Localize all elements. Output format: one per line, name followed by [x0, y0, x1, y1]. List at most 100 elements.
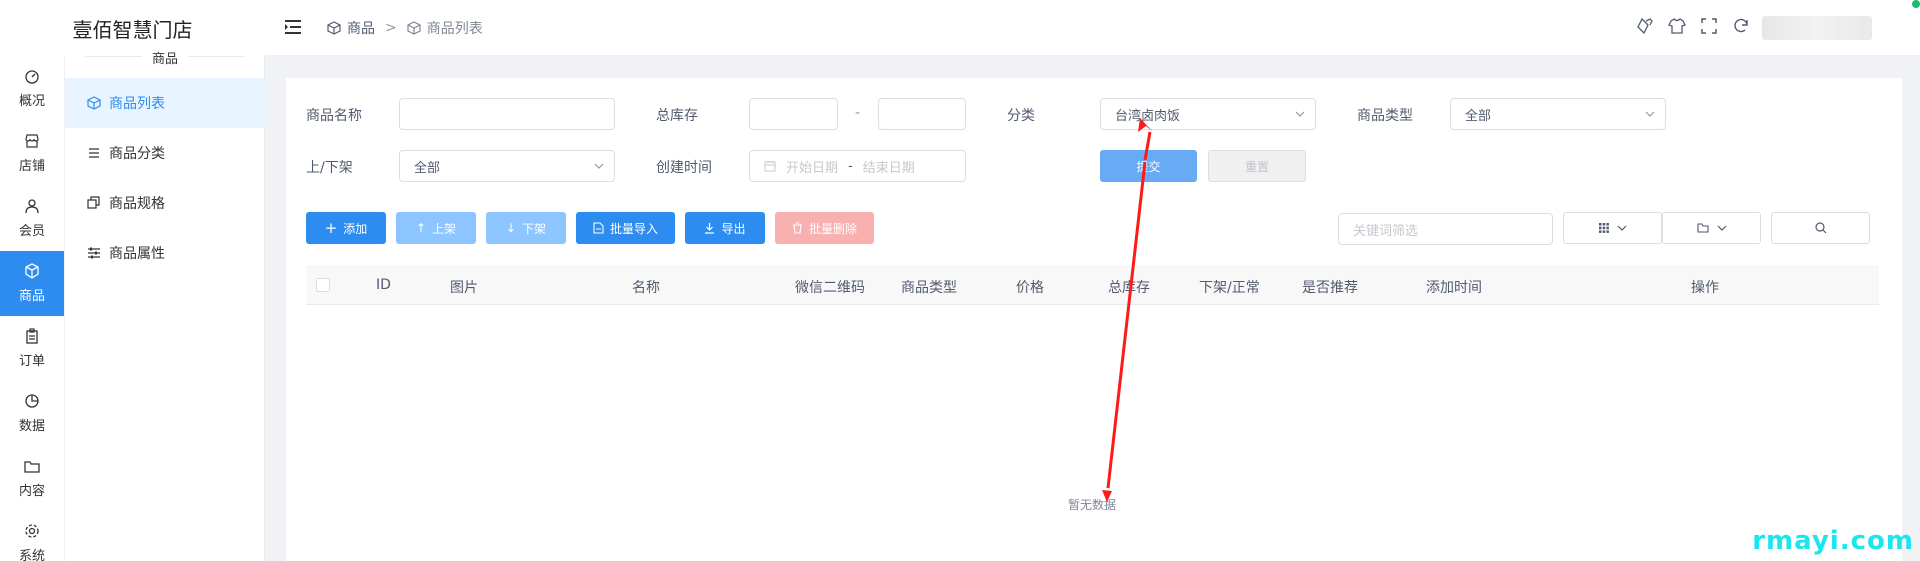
submenu-item-product-list[interactable]: 商品列表 — [65, 78, 265, 128]
search-button[interactable] — [1771, 212, 1870, 244]
user-avatar-name[interactable] — [1762, 16, 1872, 40]
user-icon — [25, 199, 39, 214]
menu-fold-icon[interactable] — [285, 20, 301, 34]
batch-import-button[interactable]: 批量导入 — [576, 212, 675, 244]
column-header: 商品类型 — [901, 280, 957, 296]
filter-label-created: 创建时间 — [656, 160, 712, 176]
select-all-checkbox[interactable] — [316, 278, 330, 292]
filter-label-type: 商品类型 — [1357, 108, 1413, 124]
product-name-input[interactable] — [399, 98, 615, 130]
submit-label: 提交 — [1136, 159, 1161, 174]
date-range-separator: - — [848, 158, 853, 174]
column-settings-dropdown[interactable] — [1563, 212, 1662, 244]
stock-max-input[interactable] — [878, 98, 966, 130]
rail-item-store[interactable]: 店铺 — [0, 121, 64, 186]
clear-cache-icon[interactable] — [1636, 17, 1654, 35]
table-header: ID 图片 名称 微信二维码 商品类型 价格 总库存 下架/正常 是否推荐 添加… — [306, 265, 1879, 305]
submenu-item-attribute[interactable]: 商品属性 — [65, 228, 265, 278]
rail-label: 系统 — [18, 549, 45, 561]
cube-icon — [327, 21, 341, 35]
category-select-value: 台湾卤肉饭 — [1115, 108, 1181, 124]
rail-item-product[interactable]: 商品 — [0, 251, 64, 316]
export-options-dropdown[interactable] — [1662, 212, 1761, 244]
chevron-down-icon — [1617, 225, 1626, 231]
export-label: 导出 — [721, 221, 746, 236]
keyword-filter-input[interactable]: 关键词筛选 — [1338, 213, 1553, 245]
reset-label: 重置 — [1244, 159, 1269, 174]
breadcrumb-separator: > — [385, 20, 397, 36]
chevron-down-icon — [594, 163, 604, 169]
off-shelf-button[interactable]: ↓ 下架 — [486, 212, 566, 244]
submenu-label: 商品规格 — [109, 196, 165, 212]
sliders-icon — [88, 247, 100, 259]
copy-icon — [87, 196, 100, 209]
submenu-item-category[interactable]: 商品分类 — [65, 128, 265, 178]
rail-item-content[interactable]: 内容 — [0, 446, 64, 511]
shelf-status-select[interactable]: 全部 — [399, 150, 615, 182]
add-label: 添加 — [343, 221, 368, 236]
breadcrumb-current: 商品列表 — [426, 21, 483, 37]
chevron-down-icon — [1717, 225, 1726, 231]
batch-delete-button[interactable]: 批量删除 — [775, 212, 874, 244]
cube-icon — [407, 21, 421, 35]
column-header: 名称 — [632, 280, 660, 296]
clipboard-icon — [26, 328, 38, 344]
file-import-icon — [593, 222, 604, 234]
filter-label-stock: 总库存 — [656, 108, 698, 124]
column-header: 是否推荐 — [1302, 280, 1358, 296]
stock-range-dash: - — [855, 105, 861, 121]
submenu-label: 商品列表 — [109, 96, 165, 112]
watermark-text: rmayi.com — [1752, 526, 1914, 556]
submenu-label: 商品分类 — [109, 146, 165, 162]
status-indicator — [1912, 0, 1920, 8]
secondary-sidebar: 商品 商品列表 商品分类 商品规格 商品属性 — [65, 52, 265, 561]
column-header: 操作 — [1691, 280, 1719, 296]
filter-label-category: 分类 — [1007, 108, 1035, 124]
date-range-picker[interactable]: 开始日期 - 结束日期 — [749, 150, 966, 182]
folder-icon — [24, 461, 40, 473]
theme-shirt-icon[interactable] — [1668, 17, 1686, 35]
reset-button[interactable]: 重置 — [1208, 150, 1306, 182]
rail-item-order[interactable]: 订单 — [0, 316, 64, 381]
submenu-item-spec[interactable]: 商品规格 — [65, 178, 265, 228]
refresh-icon[interactable] — [1732, 17, 1750, 35]
on-shelf-label: 上架 — [432, 221, 457, 236]
download-icon — [705, 223, 715, 234]
pie-chart-icon — [25, 394, 39, 408]
calendar-icon — [764, 161, 776, 172]
trash-icon — [792, 222, 802, 234]
list-icon — [89, 148, 99, 158]
rail-label: 订单 — [18, 354, 45, 369]
column-header: 微信二维码 — [795, 280, 865, 296]
rail-item-data[interactable]: 数据 — [0, 381, 64, 446]
date-end-placeholder: 结束日期 — [862, 160, 915, 176]
arrow-down-icon: ↓ — [505, 221, 517, 235]
date-start-placeholder: 开始日期 — [786, 160, 839, 176]
stock-min-input[interactable] — [749, 98, 838, 130]
column-header[interactable]: ID — [376, 277, 391, 293]
rail-label: 数据 — [18, 419, 45, 434]
add-button[interactable]: + 添加 — [306, 212, 386, 244]
rail-label: 概况 — [18, 94, 45, 109]
chevron-down-icon — [1645, 111, 1655, 117]
product-type-select[interactable]: 全部 — [1450, 98, 1666, 130]
cube-icon — [25, 263, 39, 279]
on-shelf-button[interactable]: ↑ 上架 — [396, 212, 476, 244]
rail-item-overview[interactable]: 概况 — [0, 56, 64, 121]
primary-sidebar: 概况 店铺 会员 商品 订单 数据 内容 系统 — [0, 56, 65, 561]
folder-icon — [1696, 223, 1709, 233]
column-header: 总库存 — [1108, 280, 1150, 296]
breadcrumb-root[interactable]: 商品 — [347, 18, 375, 38]
rail-item-member[interactable]: 会员 — [0, 186, 64, 251]
category-select[interactable]: 台湾卤肉饭 — [1100, 98, 1316, 130]
fullscreen-icon[interactable] — [1700, 17, 1718, 35]
batch-import-label: 批量导入 — [609, 221, 658, 236]
top-header: 商品 > 商品列表 — [265, 0, 1920, 56]
filter-label-name: 商品名称 — [306, 108, 362, 124]
export-button[interactable]: 导出 — [685, 212, 765, 244]
rail-item-system[interactable]: 系统 — [0, 511, 64, 561]
grid-icon — [1598, 223, 1609, 233]
submit-button[interactable]: 提交 — [1100, 150, 1197, 182]
column-header: 添加时间 — [1426, 280, 1482, 296]
breadcrumb: 商品 > 商品列表 — [327, 18, 483, 38]
